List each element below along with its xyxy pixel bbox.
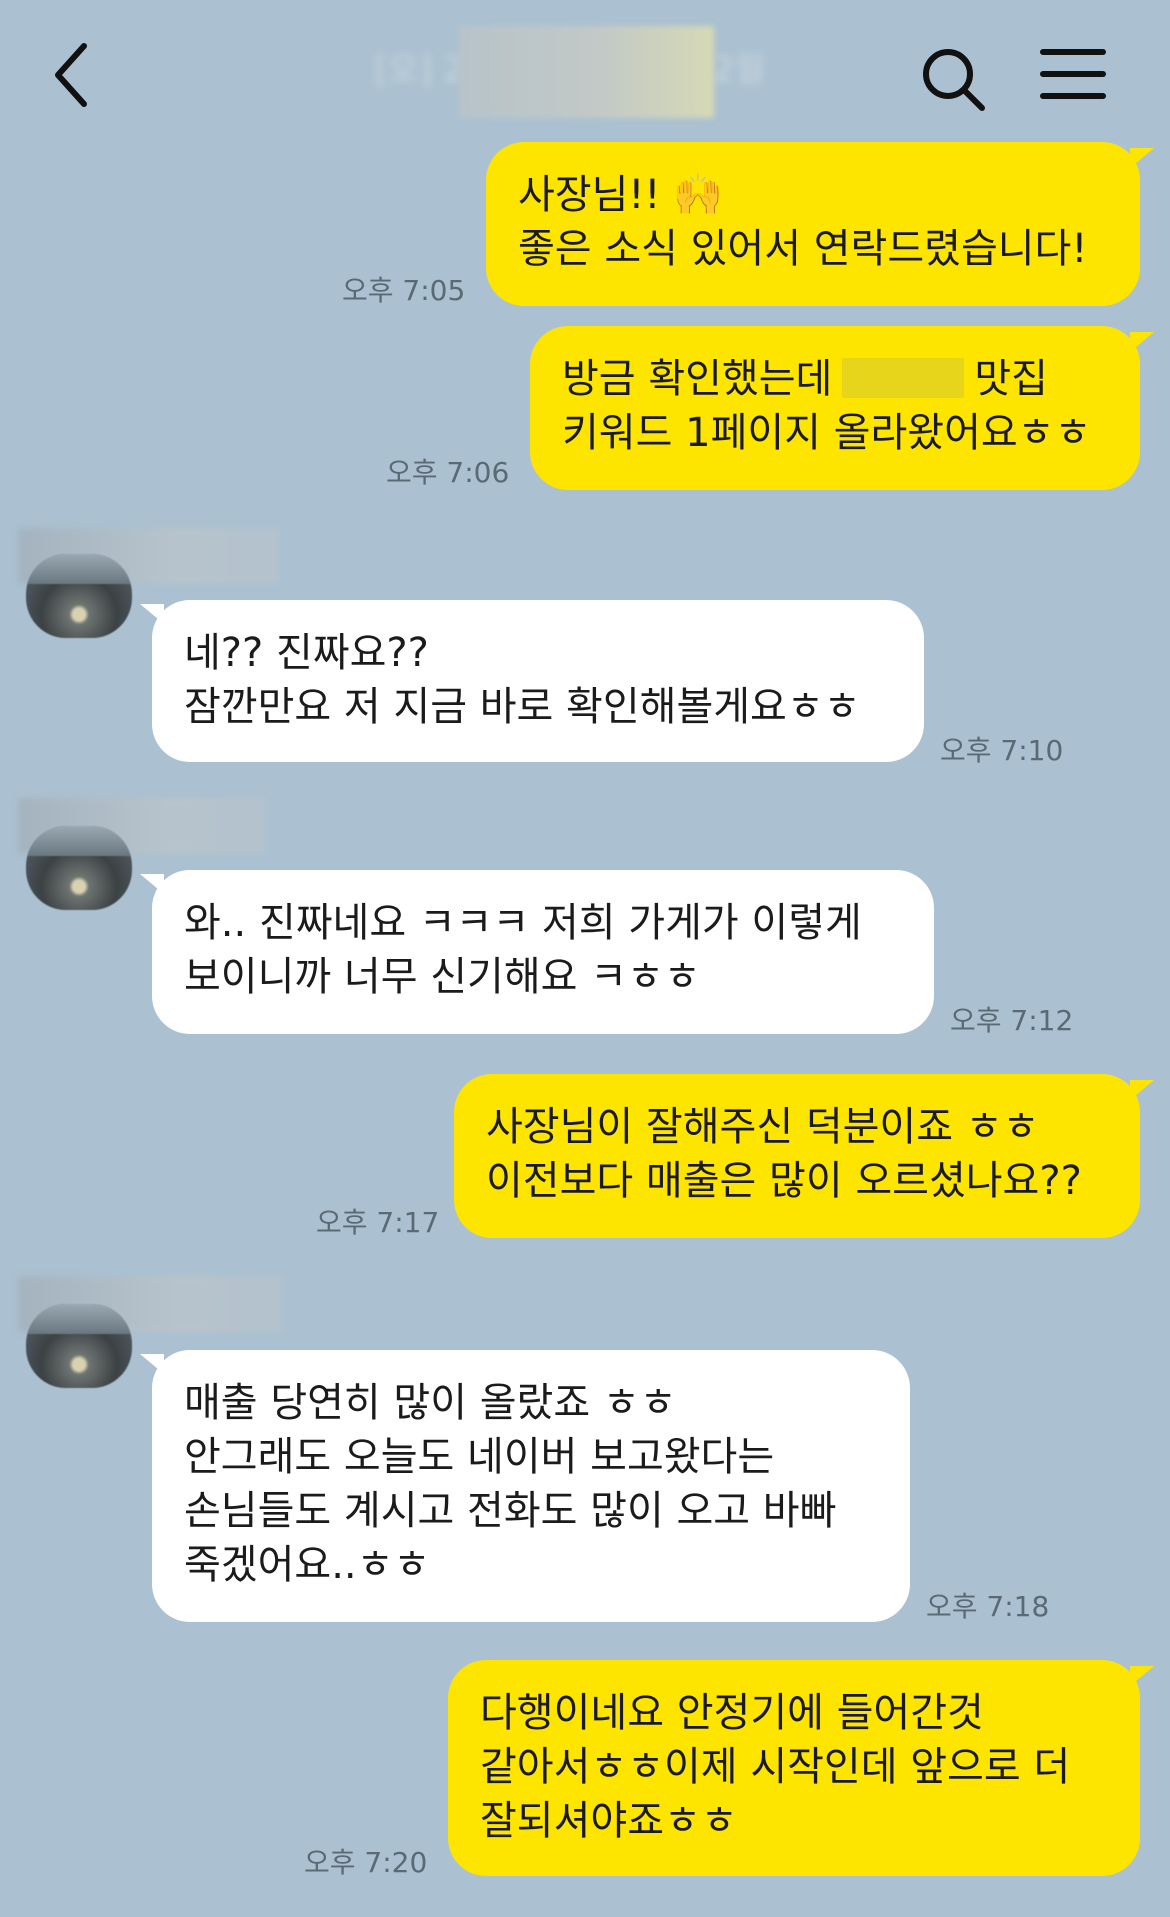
menu-icon[interactable] xyxy=(1040,48,1106,100)
message-line: 잠깐만요 저 지금 바로 확인해볼게요ㅎㅎ xyxy=(184,684,861,730)
message-text: 맛집 xyxy=(974,356,1048,402)
message-line: 키워드 1페이지 올라왔어요ㅎㅎ xyxy=(562,410,1092,456)
message-line: 와.. 진짜네요 ㅋㅋㅋ 저희 가게가 이렇게 xyxy=(184,900,862,946)
redacted-keyword xyxy=(842,358,965,398)
my-message-bubble[interactable]: 사장님!! 🙌 좋은 소식 있어서 연락드렸습니다! xyxy=(486,142,1140,306)
message-line: 매출 당연히 많이 올랐죠 ㅎㅎ xyxy=(184,1380,677,1426)
bubble-tail xyxy=(1130,148,1154,168)
message-line: 네?? 진짜요?? xyxy=(184,630,429,676)
message-line: 좋은 소식 있어서 연락드렸습니다! xyxy=(518,226,1088,272)
sender-avatar[interactable] xyxy=(26,1304,132,1388)
other-message-bubble[interactable]: 와.. 진짜네요 ㅋㅋㅋ 저희 가게가 이렇게 보이니까 너무 신기해요 ㅋㅎㅎ xyxy=(152,870,934,1034)
other-message-bubble[interactable]: 네?? 진짜요?? 잠깐만요 저 지금 바로 확인해볼게요ㅎㅎ xyxy=(152,600,924,762)
message-text: 방금 확인했는데 xyxy=(562,356,833,402)
message-time: 오후 7:17 xyxy=(316,1206,440,1239)
message-line: 사장님이 잘해주신 덕분이죠 ㅎㅎ xyxy=(486,1104,1040,1150)
message-line: 다행이네요 안정기에 들어간것 xyxy=(480,1690,984,1736)
message-time: 오후 7:20 xyxy=(304,1846,428,1879)
message-line: 같아서ㅎㅎ이제 시작인데 앞으로 더 xyxy=(480,1744,1071,1790)
message-line: 방금 확인했는데 맛집 xyxy=(562,352,1108,406)
message-line: 안그래도 오늘도 네이버 보고왔다는 xyxy=(184,1434,775,1480)
chat-header: [오] 202█ ██████ 2월 xyxy=(0,0,1170,140)
message-line: 이전보다 매출은 많이 오르셨나요?? xyxy=(486,1158,1082,1204)
message-line: 사장님!! 🙌 xyxy=(518,172,723,218)
message-line: 보이니까 너무 신기해요 ㅋㅎㅎ xyxy=(184,954,701,1000)
bubble-tail xyxy=(1130,332,1154,352)
other-message-bubble[interactable]: 매출 당연히 많이 올랐죠 ㅎㅎ 안그래도 오늘도 네이버 보고왔다는 손님들도… xyxy=(152,1350,910,1622)
bubble-tail xyxy=(1130,1080,1154,1100)
sender-avatar[interactable] xyxy=(26,826,132,910)
back-arrow-icon[interactable] xyxy=(48,40,98,110)
sender-avatar[interactable] xyxy=(26,554,132,638)
my-message-bubble[interactable]: 방금 확인했는데 맛집 키워드 1페이지 올라왔어요ㅎㅎ xyxy=(530,326,1140,490)
search-icon[interactable] xyxy=(918,44,988,114)
message-line: 죽겠어요..ㅎㅎ xyxy=(184,1542,431,1588)
message-time: 오후 7:10 xyxy=(940,734,1064,767)
message-line: 손님들도 계시고 전화도 많이 오고 바빠 xyxy=(184,1488,837,1534)
bubble-tail xyxy=(1130,1666,1154,1686)
message-time: 오후 7:06 xyxy=(386,456,510,489)
my-message-bubble[interactable]: 다행이네요 안정기에 들어간것 같아서ㅎㅎ이제 시작인데 앞으로 더 잘되셔야죠… xyxy=(448,1660,1140,1876)
message-time: 오후 7:12 xyxy=(950,1004,1074,1037)
message-time: 오후 7:05 xyxy=(342,274,466,307)
my-message-bubble[interactable]: 사장님이 잘해주신 덕분이죠 ㅎㅎ 이전보다 매출은 많이 오르셨나요?? xyxy=(454,1074,1140,1238)
title-redaction xyxy=(458,26,714,118)
message-line: 잘되셔야죠ㅎㅎ xyxy=(480,1798,738,1844)
message-time: 오후 7:18 xyxy=(926,1590,1050,1623)
